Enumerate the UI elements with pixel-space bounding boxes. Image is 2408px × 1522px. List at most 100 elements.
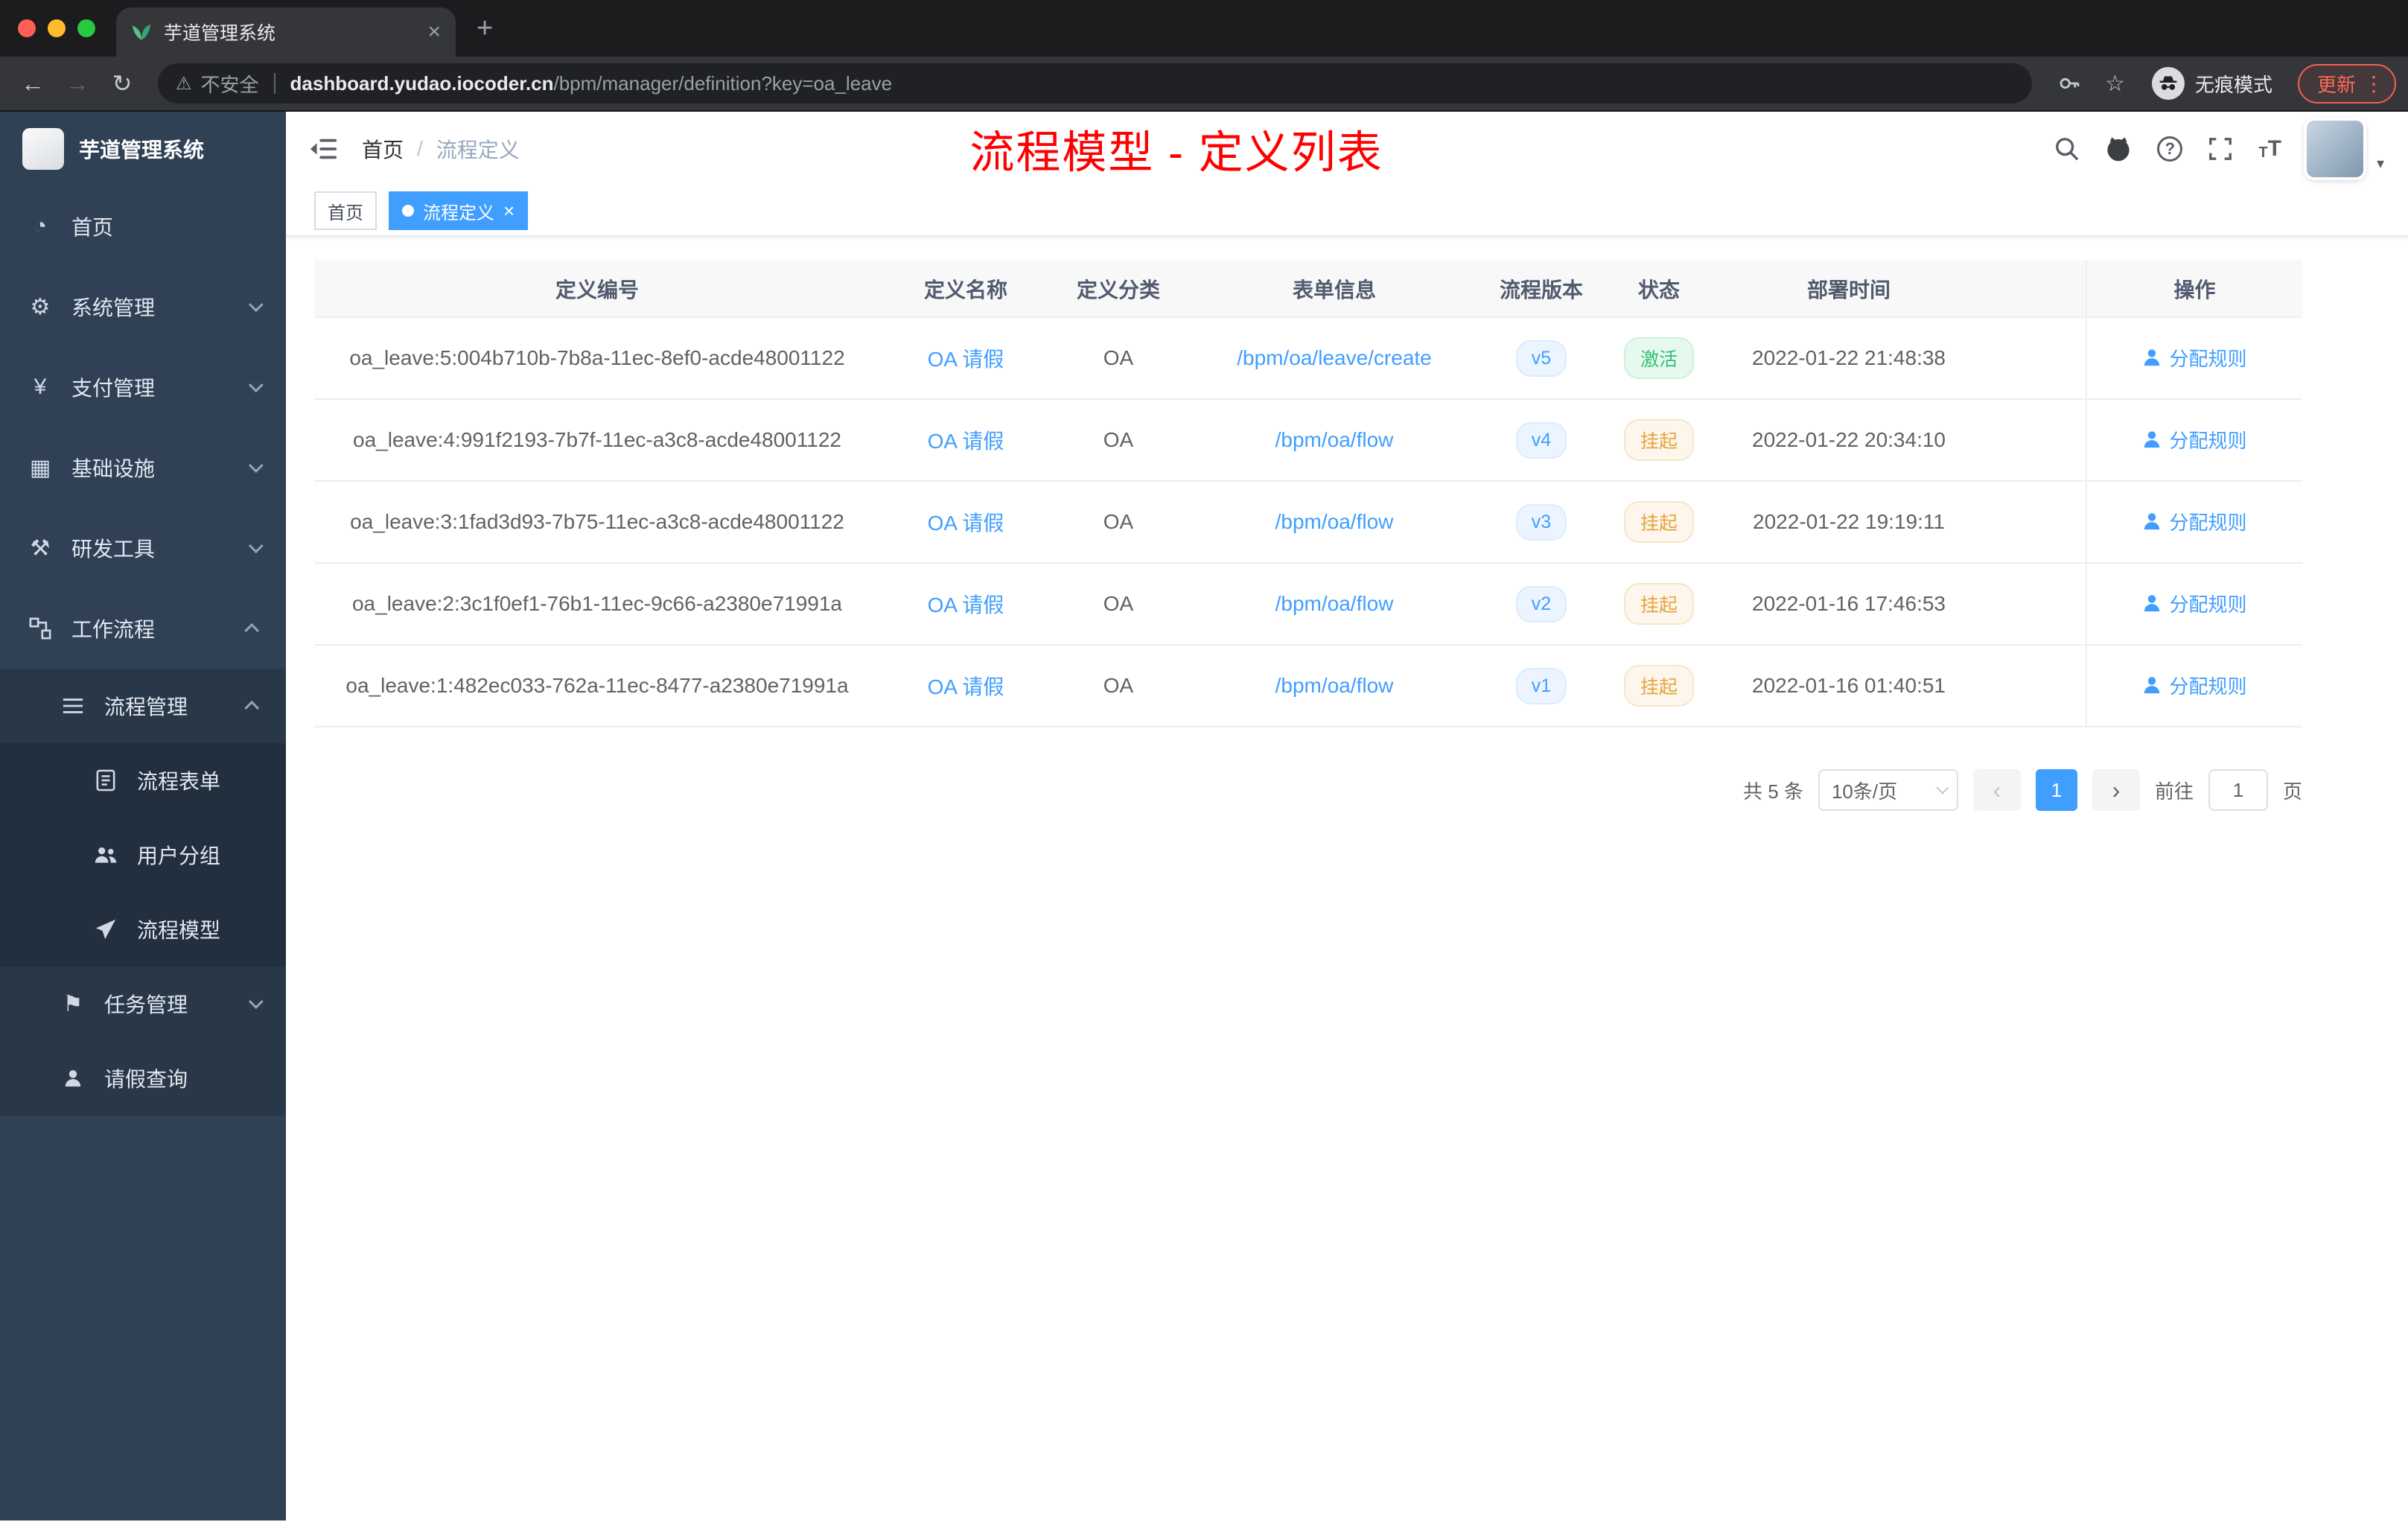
sidebar-item-process-management[interactable]: 流程管理 bbox=[0, 669, 286, 743]
tag-process-definition[interactable]: 流程定义 × bbox=[389, 191, 529, 230]
sidebar-item-devtools[interactable]: ⚒ 研发工具 bbox=[0, 508, 286, 588]
page-title: 流程模型 - 定义列表 bbox=[969, 127, 1383, 178]
app-frame: 芋道管理系统 ◔ 首页 ⚙ 系统管理 ¥ 支付管理 ▦ 基础设施 ⚒ 研发工具 … bbox=[0, 112, 2408, 1521]
avatar[interactable] bbox=[2306, 121, 2363, 177]
col-status: 状态 bbox=[1599, 261, 1719, 318]
sidebar-item-process-form[interactable]: 流程表单 bbox=[0, 743, 286, 818]
tag-label: 流程定义 bbox=[423, 203, 494, 223]
assign-rule-button[interactable]: 分配规则 bbox=[2142, 344, 2247, 372]
col-deploy-time: 部署时间 bbox=[1719, 261, 1979, 318]
content-area: 定义编号 定义名称 定义分类 表单信息 流程版本 状态 部署时间 操作 oa_l… bbox=[286, 237, 2408, 1521]
tags-view: 首页 流程定义 × bbox=[286, 186, 2408, 237]
forward-button[interactable]: → bbox=[57, 70, 98, 98]
cell-deploy-time: 2022-01-22 20:34:10 bbox=[1719, 399, 1979, 482]
back-button[interactable]: ← bbox=[12, 70, 54, 98]
col-definition-id: 定义编号 bbox=[314, 261, 880, 318]
sidebar-item-label: 首页 bbox=[71, 216, 114, 239]
window-minimize-button[interactable] bbox=[48, 19, 66, 37]
incognito-icon bbox=[2151, 67, 2185, 100]
search-icon[interactable] bbox=[2054, 136, 2080, 162]
page-unit-label: 页 bbox=[2282, 780, 2302, 803]
sidebar-item-process-model[interactable]: 流程模型 bbox=[0, 892, 286, 967]
window-controls bbox=[0, 0, 116, 57]
form-link[interactable]: /bpm/oa/leave/create bbox=[1237, 346, 1432, 369]
sidebar-item-user-group[interactable]: 用户分组 bbox=[0, 818, 286, 892]
assign-rule-button[interactable]: 分配规则 bbox=[2142, 672, 2247, 699]
url-path: /bpm/manager/definition?key=oa_leave bbox=[553, 71, 893, 95]
omnibox-divider bbox=[273, 73, 275, 94]
font-size-icon[interactable]: TT bbox=[2258, 136, 2281, 162]
tab-close-icon[interactable]: × bbox=[427, 19, 441, 45]
workflow-icon bbox=[27, 617, 54, 640]
send-icon bbox=[92, 918, 119, 940]
form-link[interactable]: /bpm/oa/flow bbox=[1275, 428, 1394, 451]
new-tab-button[interactable]: + bbox=[456, 13, 514, 45]
key-icon[interactable] bbox=[2047, 71, 2092, 95]
sidebar-item-task-management[interactable]: ⚑ 任务管理 bbox=[0, 967, 286, 1041]
form-link[interactable]: /bpm/oa/flow bbox=[1275, 510, 1394, 533]
address-bar[interactable]: ⚠ 不安全 dashboard.yudao.iocoder.cn/bpm/man… bbox=[158, 63, 2033, 104]
dashboard-icon: ◔ bbox=[33, 214, 48, 238]
window-zoom-button[interactable] bbox=[77, 19, 95, 37]
task-manage-icon: ⚑ bbox=[63, 991, 83, 1016]
definition-name-link[interactable]: OA 请假 bbox=[928, 430, 1004, 453]
page-size-select[interactable]: 10条/页 bbox=[1818, 769, 1958, 811]
page-size-value: 10条/页 bbox=[1831, 780, 1898, 803]
tab-favicon-icon bbox=[131, 22, 152, 42]
table-row: oa_leave:2:3c1f0ef1-76b1-11ec-9c66-a2380… bbox=[314, 563, 2302, 646]
collapse-sidebar-icon[interactable] bbox=[310, 136, 338, 162]
avatar-caret-icon[interactable]: ▾ bbox=[2377, 154, 2384, 173]
sidebar-item-payment[interactable]: ¥ 支付管理 bbox=[0, 347, 286, 427]
update-button[interactable]: 更新 ⋮ bbox=[2297, 63, 2396, 104]
form-link[interactable]: /bpm/oa/flow bbox=[1275, 592, 1394, 615]
version-badge: v5 bbox=[1516, 340, 1567, 377]
definition-name-link[interactable]: OA 请假 bbox=[928, 593, 1004, 617]
cell-id: oa_leave:3:1fad3d93-7b75-11ec-a3c8-acde4… bbox=[314, 481, 880, 564]
col-form-info: 表单信息 bbox=[1185, 261, 1483, 318]
bookmark-star-icon[interactable]: ☆ bbox=[2095, 71, 2135, 97]
main-area: 首页 / 流程定义 流程模型 - 定义列表 ? TT ▾ 首页 流程定义 × 定… bbox=[286, 112, 2408, 1521]
github-icon[interactable] bbox=[2105, 136, 2132, 162]
header-actions: ? TT ▾ bbox=[2054, 121, 2384, 177]
cell-id: oa_leave:5:004b710b-7b8a-11ec-8ef0-acde4… bbox=[314, 317, 880, 400]
definition-name-link[interactable]: OA 请假 bbox=[928, 348, 1004, 371]
window-close-button[interactable] bbox=[18, 19, 36, 37]
sidebar: 芋道管理系统 ◔ 首页 ⚙ 系统管理 ¥ 支付管理 ▦ 基础设施 ⚒ 研发工具 … bbox=[0, 112, 286, 1521]
chevron-down-icon bbox=[248, 378, 264, 393]
definition-name-link[interactable]: OA 请假 bbox=[928, 675, 1004, 698]
chevron-down-icon bbox=[1936, 781, 1949, 795]
tag-close-icon[interactable]: × bbox=[503, 201, 515, 220]
version-badge: v2 bbox=[1516, 585, 1567, 623]
chevron-down-icon bbox=[248, 994, 264, 1010]
page-number-button[interactable]: 1 bbox=[2035, 769, 2077, 811]
fullscreen-icon[interactable] bbox=[2208, 136, 2233, 162]
sidebar-item-infrastructure[interactable]: ▦ 基础设施 bbox=[0, 427, 286, 508]
browser-tab[interactable]: 芋道管理系统 × bbox=[116, 7, 456, 57]
assign-rule-button[interactable]: 分配规则 bbox=[2142, 508, 2247, 535]
next-page-button[interactable]: › bbox=[2092, 769, 2140, 811]
tag-home[interactable]: 首页 bbox=[314, 191, 377, 230]
assign-rule-button[interactable]: 分配规则 bbox=[2142, 426, 2247, 453]
table-row: oa_leave:3:1fad3d93-7b75-11ec-a3c8-acde4… bbox=[314, 481, 2302, 564]
reload-button[interactable]: ↻ bbox=[101, 69, 143, 98]
sidebar-item-system[interactable]: ⚙ 系统管理 bbox=[0, 267, 286, 347]
sidebar-item-leave-query[interactable]: 请假查询 bbox=[0, 1041, 286, 1115]
cell-deploy-time: 2022-01-22 21:48:38 bbox=[1719, 317, 1979, 400]
sidebar-item-workflow[interactable]: 工作流程 bbox=[0, 588, 286, 669]
breadcrumb-home[interactable]: 首页 bbox=[362, 134, 404, 164]
goto-page-input[interactable] bbox=[2208, 769, 2268, 811]
browser-menu-icon[interactable]: ⋮ bbox=[2363, 71, 2384, 96]
security-label: 不安全 bbox=[200, 73, 259, 96]
sidebar-item-home[interactable]: ◔ 首页 bbox=[0, 186, 286, 267]
form-link[interactable]: /bpm/oa/flow bbox=[1275, 674, 1394, 697]
assign-rule-button[interactable]: 分配规则 bbox=[2142, 590, 2247, 617]
cell-category: OA bbox=[1051, 563, 1185, 646]
goto-label: 前往 bbox=[2154, 780, 2194, 803]
col-definition-category: 定义分类 bbox=[1051, 261, 1185, 318]
prev-page-button[interactable]: ‹ bbox=[1972, 769, 2021, 811]
breadcrumb-separator: / bbox=[417, 137, 423, 160]
definition-name-link[interactable]: OA 请假 bbox=[928, 512, 1004, 535]
question-icon[interactable]: ? bbox=[2157, 136, 2183, 162]
cell-category: OA bbox=[1051, 399, 1185, 482]
sidebar-item-label: 流程表单 bbox=[137, 770, 221, 793]
